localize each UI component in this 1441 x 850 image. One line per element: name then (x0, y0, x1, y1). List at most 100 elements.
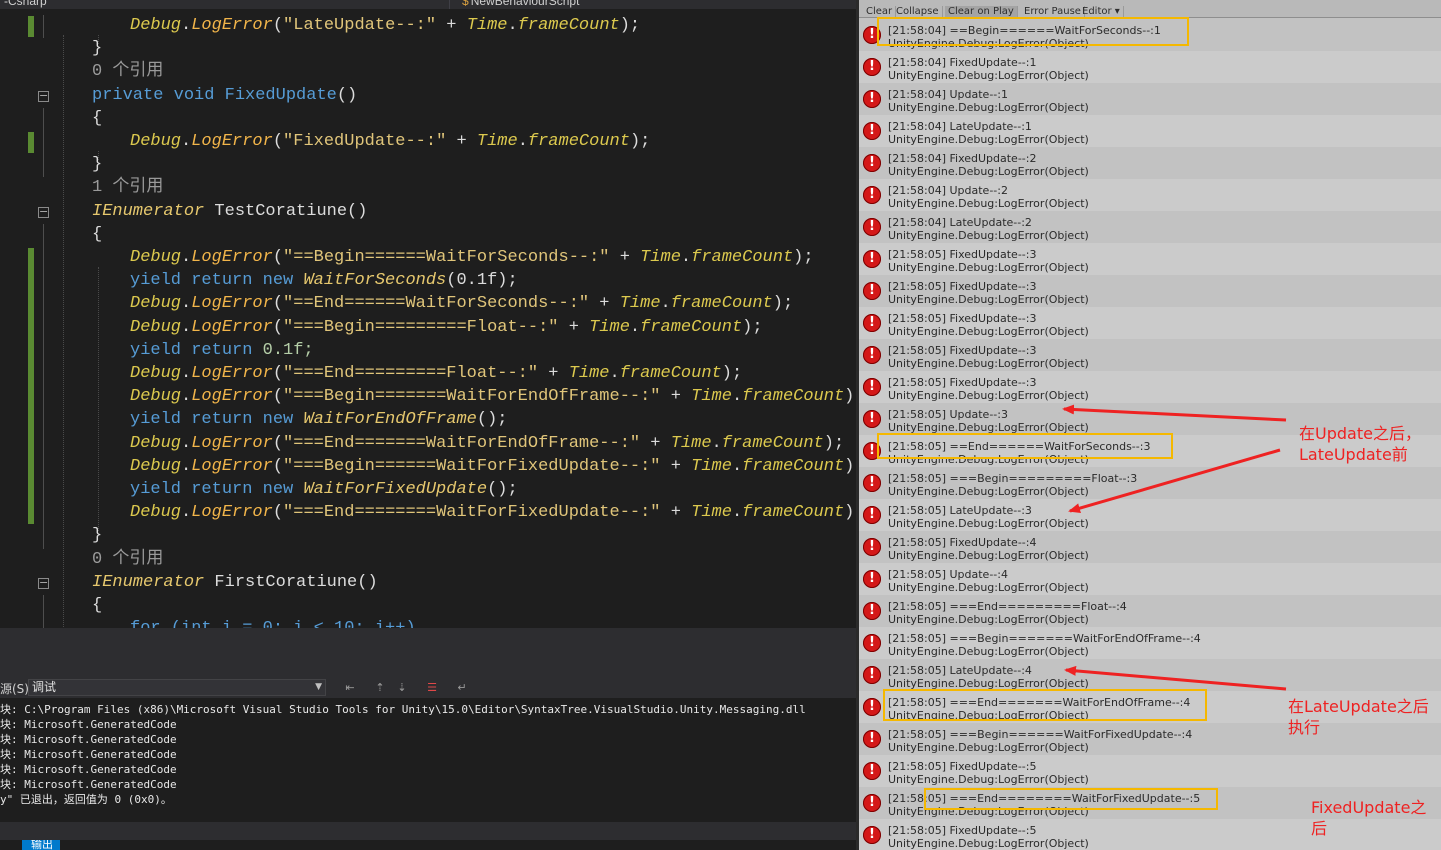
console-log-entry[interactable]: ! [21:58:05] FixedUpdate--:3 UnityEngine.D… (859, 339, 1441, 371)
editor-tab-bar: -Csharp $ NewBehaviourScript (0, 0, 856, 9)
method-name: TestCoratiune (214, 201, 348, 221)
code-line: yield return new WaitForFixedUpdate(); (92, 479, 518, 501)
keyword: yield return new (130, 271, 294, 291)
type-token: IEnumerator (92, 572, 205, 592)
code-line: yield return new WaitForSeconds(0.1f); (92, 270, 518, 292)
reference-count[interactable]: 0 个引用 (92, 550, 163, 569)
method-token: LogError (191, 132, 273, 151)
class-token: Time (619, 294, 661, 314)
member-token: frameCount (670, 294, 773, 314)
dot: . (660, 294, 671, 314)
reference-count[interactable]: 1 个引用 (92, 178, 163, 197)
class-token: Time (691, 456, 732, 476)
change-marker (28, 132, 34, 154)
horizontal-scrollbar[interactable] (0, 822, 856, 840)
output-source-select[interactable]: 调试 ▼ (28, 679, 326, 696)
paren: ( (272, 16, 284, 35)
log-source: UnityEngine.Debug:LogError(Object) (888, 133, 1089, 146)
console-log-entry[interactable]: ! [21:58:05] ===Begin=========Float--:3 Un… (859, 467, 1441, 499)
punct: ); (793, 248, 814, 267)
punct: ); (823, 433, 845, 453)
console-log-entry[interactable]: ! [21:58:05] ===Begin=======WaitForEndOfF… (859, 627, 1441, 659)
paren: ( (272, 294, 284, 314)
console-log-entry[interactable]: ! [21:58:05] FixedUpdate--:4 UnityEngine.D… (859, 531, 1441, 563)
next-message-icon[interactable]: ⇣ (395, 681, 409, 695)
console-log-entry[interactable]: ! [21:58:05] LateUpdate--:4 UnityEngine.De… (859, 659, 1441, 691)
console-log-entry[interactable]: ! [21:58:04] LateUpdate--:1 UnityEngine.De… (859, 115, 1441, 147)
collapse-icon[interactable]: − (38, 577, 49, 589)
string-literal: "FixedUpdate--:" (283, 132, 447, 151)
code-line: Debug.LogError("LateUpdate--:" + Time.fr… (92, 15, 640, 37)
panel-splitter[interactable] (0, 628, 856, 678)
dot: . (181, 503, 192, 523)
code-line: IEnumerator FirstCoratiune() (92, 572, 378, 594)
csharp-class-icon: $ (462, 0, 469, 8)
error-icon: ! (863, 346, 881, 364)
prev-message-icon[interactable]: ⇡ (373, 681, 387, 695)
tab-newbehaviourscript[interactable]: $ NewBehaviourScript (462, 0, 579, 8)
console-log-entry[interactable]: ! [21:58:05] FixedUpdate--:5 UnityEngine.D… (859, 755, 1441, 787)
console-log-entry[interactable]: ! [21:58:05] ===End=========Float--:4 Unit… (859, 595, 1441, 627)
error-icon: ! (863, 90, 881, 108)
operator: + (538, 364, 569, 383)
punct: ); (844, 456, 856, 476)
member-token: frameCount (527, 132, 630, 151)
code-editor[interactable]: -Csharp $ NewBehaviourScript − − − Debug.Lo… (0, 0, 856, 628)
console-log-entry[interactable]: ! [21:58:04] Update--:1 UnityEngine.Debug:… (859, 83, 1441, 115)
collapse-icon[interactable]: − (38, 90, 49, 102)
class-token: Debug (130, 248, 182, 267)
paren: ( (272, 317, 284, 337)
log-source: UnityEngine.Debug:LogError(Object) (888, 229, 1089, 242)
error-icon: ! (863, 762, 881, 780)
punct: ); (772, 294, 794, 314)
operator: + (660, 503, 692, 523)
log-message: [21:58:05] FixedUpdate--:3 (888, 344, 1037, 357)
class-token: Time (568, 364, 610, 383)
console-log-entry[interactable]: ! [21:58:05] FixedUpdate--:3 UnityEngine.D… (859, 371, 1441, 403)
tab-output[interactable]: 输出 (22, 840, 60, 850)
tab-project-csharp[interactable]: -Csharp (4, 0, 47, 8)
console-log-entry[interactable]: ! [21:58:04] LateUpdate--:2 UnityEngine.De… (859, 211, 1441, 243)
clear-all-icon[interactable]: ☰ (425, 681, 439, 695)
dot: . (181, 364, 192, 383)
console-log-entry[interactable]: ! [21:58:05] FixedUpdate--:3 UnityEngine.D… (859, 275, 1441, 307)
console-log-entry[interactable]: ! [21:58:05] LateUpdate--:3 UnityEngine.De… (859, 499, 1441, 531)
console-log-entry[interactable]: ! [21:58:05] FixedUpdate--:3 UnityEngine.D… (859, 307, 1441, 339)
type-token: IEnumerator (92, 201, 205, 221)
code-line: { (92, 224, 102, 246)
log-source: UnityEngine.Debug:LogError(Object) (888, 101, 1089, 114)
args: (0.1f); (446, 271, 518, 291)
reference-count[interactable]: 0 个引用 (92, 62, 163, 81)
dot: . (731, 456, 743, 476)
method-name: FixedUpdate (224, 85, 337, 105)
console-log-entry[interactable]: ! [21:58:04] FixedUpdate--:1 UnityEngine.D… (859, 51, 1441, 83)
operator: + (436, 16, 467, 35)
dot: . (181, 294, 192, 314)
class-token: Debug (130, 456, 182, 476)
highlight-box (877, 433, 1173, 459)
dot: . (680, 248, 692, 267)
code-line: Debug.LogError("===End========WaitForFix… (92, 502, 856, 524)
console-log-entry[interactable]: ! [21:58:04] FixedUpdate--:2 UnityEngine.D… (859, 147, 1441, 179)
log-message: [21:58:04] LateUpdate--:2 (888, 216, 1032, 229)
console-log-entry[interactable]: ! [21:58:05] Update--:4 UnityEngine.Debug:… (859, 563, 1441, 595)
log-source: UnityEngine.Debug:LogError(Object) (888, 197, 1089, 210)
word-wrap-icon[interactable]: ↵ (455, 681, 469, 695)
operator: + (446, 132, 477, 151)
paren: ( (272, 503, 284, 523)
operator: + (558, 317, 590, 337)
outline-line (43, 107, 44, 178)
method-token: LogError (191, 503, 273, 523)
string-literal: "==Begin======WaitForSeconds--:" (283, 248, 610, 267)
console-log-entry[interactable]: ! [21:58:05] FixedUpdate--:3 UnityEngine.D… (859, 243, 1441, 275)
code-line: IEnumerator TestCoratiune() (92, 201, 367, 223)
console-log-entry[interactable]: ! [21:58:04] Update--:2 UnityEngine.Debug:… (859, 179, 1441, 211)
find-message-icon[interactable]: ⇤ (343, 681, 357, 695)
dot: . (181, 317, 192, 337)
collapse-icon[interactable]: − (38, 206, 49, 218)
output-line: 块: Microsoft.GeneratedCode (0, 748, 177, 761)
log-source: UnityEngine.Debug:LogError(Object) (888, 549, 1089, 562)
brace: } (92, 526, 103, 546)
class-token: Time (691, 387, 732, 407)
log-source: UnityEngine.Debug:LogError(Object) (888, 325, 1089, 338)
